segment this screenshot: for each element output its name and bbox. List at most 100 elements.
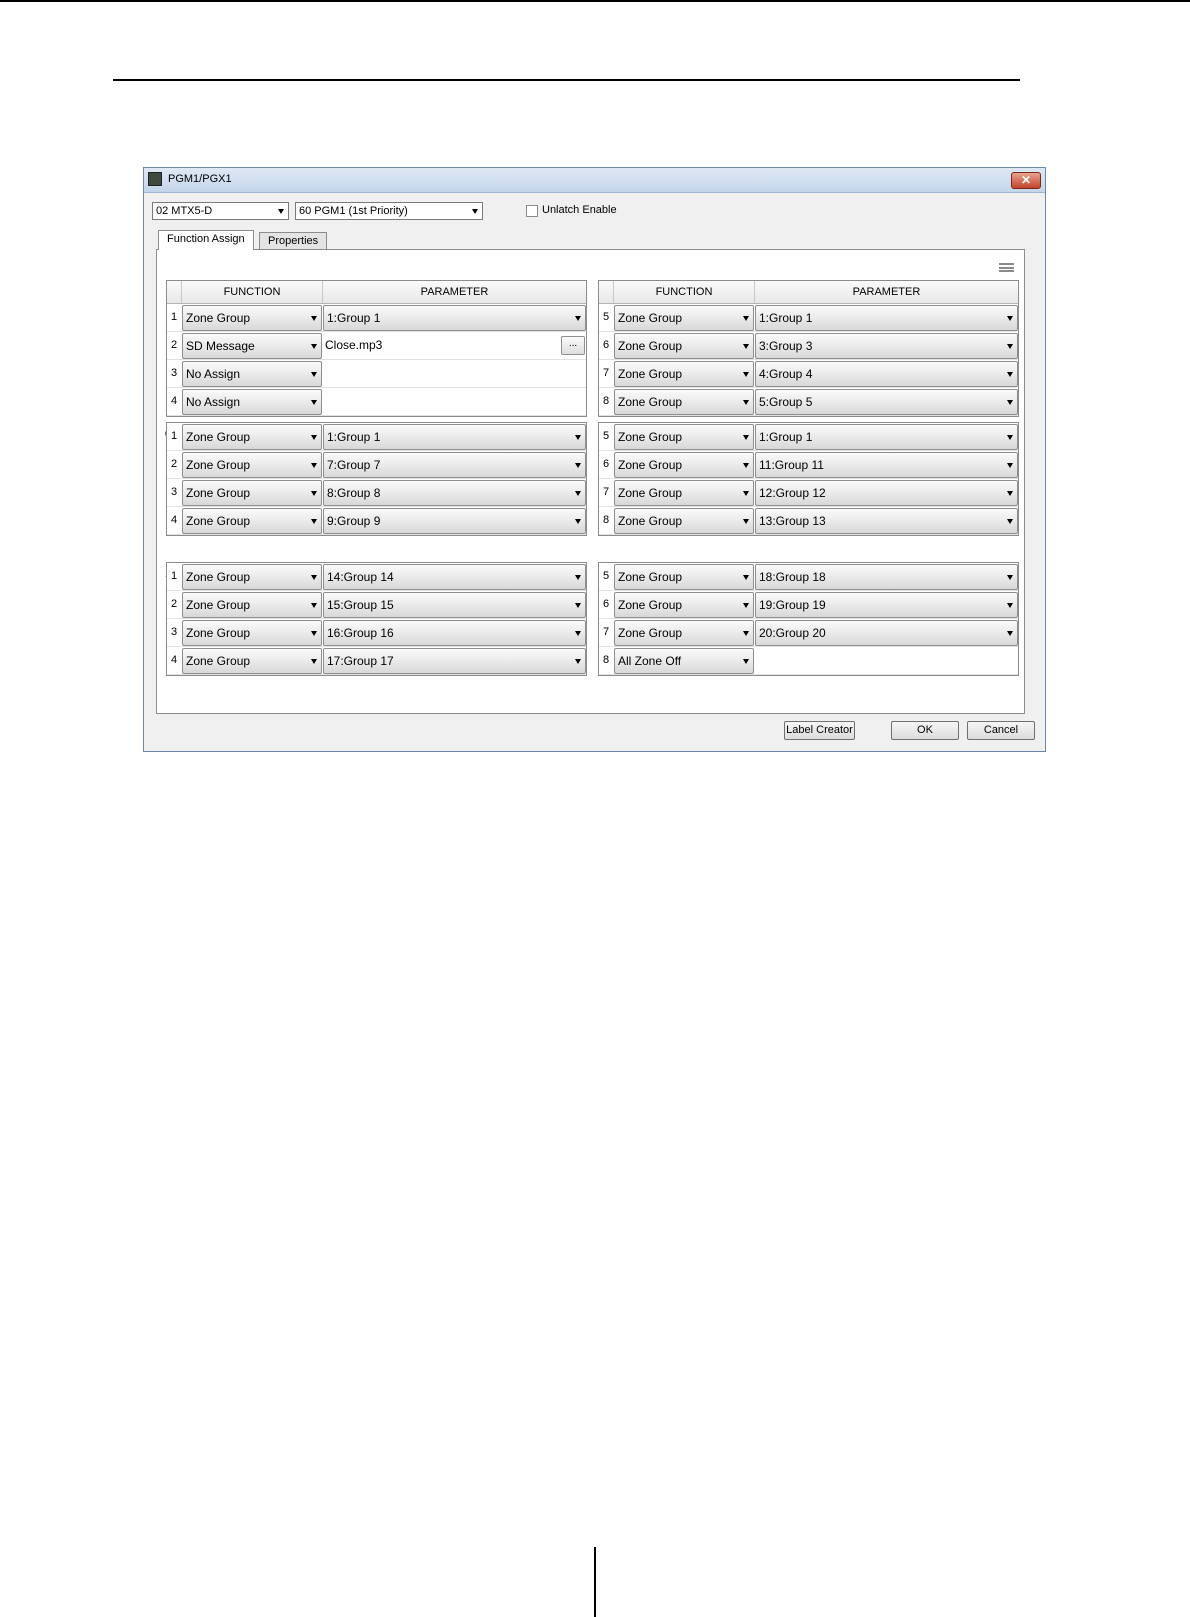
chevron-down-icon [1007, 491, 1013, 496]
parameter-select[interactable]: 18:Group 18 [755, 564, 1018, 590]
function-select[interactable]: Zone Group [614, 620, 754, 646]
app-icon [148, 172, 162, 186]
parameter-select[interactable]: 7:Group 7 [323, 452, 586, 478]
function-select-value: Zone Group [618, 458, 683, 472]
parameter-select[interactable]: 11:Group 11 [755, 452, 1018, 478]
parameter-select[interactable]: 13:Group 13 [755, 508, 1018, 534]
row-number: 3 [170, 367, 178, 379]
chevron-down-icon [1007, 372, 1013, 377]
parameter-select[interactable]: 15:Group 15 [323, 592, 586, 618]
function-select[interactable]: Zone Group [182, 305, 322, 331]
function-select-value: Zone Group [186, 486, 251, 500]
chevron-down-icon [743, 575, 749, 580]
parameter-select[interactable]: 1:Group 1 [755, 305, 1018, 331]
function-select[interactable]: Zone Group [614, 508, 754, 534]
function-select-value: Zone Group [618, 311, 683, 325]
parameter-select[interactable]: 3:Group 3 [755, 333, 1018, 359]
unlatch-enable-checkbox[interactable] [526, 205, 538, 217]
parameter-select[interactable]: 20:Group 20 [755, 620, 1018, 646]
function-select[interactable]: Zone Group [614, 592, 754, 618]
grid-header: FUNCTION PARAMETER [599, 281, 1018, 304]
parameter-select[interactable]: 1:Group 1 [323, 305, 586, 331]
tab-function-assign[interactable]: Function Assign [158, 230, 254, 250]
function-select[interactable]: Zone Group [182, 648, 322, 674]
function-select[interactable]: No Assign [182, 389, 322, 415]
parameter-select[interactable]: 16:Group 16 [323, 620, 586, 646]
parameter-select[interactable]: 1:Group 1 [755, 424, 1018, 450]
chevron-down-icon [1007, 316, 1013, 321]
parameter-select[interactable]: 8:Group 8 [323, 480, 586, 506]
function-select[interactable]: Zone Group [614, 361, 754, 387]
title-bar: PGM1/PGX1 ✕ [144, 168, 1045, 193]
parameter-select[interactable]: 4:Group 4 [755, 361, 1018, 387]
function-select-value: No Assign [186, 367, 241, 381]
header-number-cell [599, 281, 614, 303]
row-number: 4 [170, 395, 178, 407]
function-select[interactable]: Zone Group [614, 480, 754, 506]
chevron-down-icon [1007, 603, 1013, 608]
function-select[interactable]: Zone Group [614, 333, 754, 359]
row-number: 6 [602, 458, 610, 470]
chevron-down-icon [311, 631, 317, 636]
chevron-down-icon [311, 659, 317, 664]
priority-select-value: 60 PGM1 (1st Priority) [299, 205, 408, 217]
chevron-down-icon [743, 344, 749, 349]
row-number: 6 [602, 339, 610, 351]
table-row: 7 Zone Group 12:Group 12 [599, 479, 1018, 507]
chevron-down-icon [743, 491, 749, 496]
parameter-select-value: 19:Group 19 [759, 598, 826, 612]
row-number: 1 [170, 430, 178, 442]
parameter-select[interactable]: 5:Group 5 [755, 389, 1018, 415]
function-select[interactable]: SD Message [182, 333, 322, 359]
parameter-select[interactable]: 12:Group 12 [755, 480, 1018, 506]
parameter-select[interactable]: 17:Group 17 [323, 648, 586, 674]
function-select[interactable]: Zone Group [182, 452, 322, 478]
unlatch-enable-label: Unlatch Enable [542, 204, 617, 216]
cancel-button[interactable]: Cancel [967, 721, 1035, 740]
chevron-down-icon [743, 519, 749, 524]
function-select[interactable]: Zone Group [182, 620, 322, 646]
label-creator-button[interactable]: Label Creator [784, 721, 855, 740]
device-select[interactable]: 02 MTX5-D [152, 202, 289, 220]
menu-lines-icon[interactable] [999, 263, 1014, 272]
chevron-down-icon [575, 435, 581, 440]
function-select[interactable]: Zone Group [182, 424, 322, 450]
function-select[interactable]: Zone Group [614, 305, 754, 331]
device-select-value: 02 MTX5-D [156, 205, 213, 217]
function-select[interactable]: Zone Group [182, 564, 322, 590]
function-select[interactable]: Zone Group [182, 592, 322, 618]
function-select[interactable]: Zone Group [182, 480, 322, 506]
function-select[interactable]: Zone Group [614, 389, 754, 415]
function-select[interactable]: Zone Group [614, 452, 754, 478]
chevron-down-icon [575, 519, 581, 524]
function-select[interactable]: Zone Group [614, 564, 754, 590]
priority-select[interactable]: 60 PGM1 (1st Priority) [295, 202, 483, 220]
chevron-down-icon [1007, 400, 1013, 405]
function-select-value: Zone Group [618, 367, 683, 381]
row-number: 2 [170, 598, 178, 610]
parameter-select-value: 20:Group 20 [759, 626, 826, 640]
table-row: 1 Zone Group 1:Group 1 [167, 304, 586, 332]
function-select-value: Zone Group [618, 339, 683, 353]
parameter-select[interactable]: 19:Group 19 [755, 592, 1018, 618]
function-select[interactable]: Zone Group [182, 508, 322, 534]
function-select[interactable]: Zone Group [614, 424, 754, 450]
table-row: 2 Zone Group 7:Group 7 [167, 451, 586, 479]
parameter-select[interactable]: 14:Group 14 [323, 564, 586, 590]
function-select-value: Zone Group [186, 430, 251, 444]
close-button[interactable]: ✕ [1011, 172, 1041, 189]
parameter-select[interactable]: 9:Group 9 [323, 508, 586, 534]
browse-button[interactable]: ... [561, 336, 585, 355]
table-row: 5 Zone Group 1:Group 1 [599, 423, 1018, 451]
function-select-value: Zone Group [618, 598, 683, 612]
function-select[interactable]: All Zone Off [614, 648, 754, 674]
table-row: 6 Zone Group 19:Group 19 [599, 591, 1018, 619]
tab-properties[interactable]: Properties [259, 232, 328, 250]
function-select[interactable]: No Assign [182, 361, 322, 387]
parameter-select-value: 5:Group 5 [759, 395, 813, 409]
table-row: 2 Zone Group 15:Group 15 [167, 591, 586, 619]
parameter-select[interactable]: 1:Group 1 [323, 424, 586, 450]
ok-button[interactable]: OK [891, 721, 959, 740]
left-assign-grid: 1 Zone Group 1:Group 1 2 Zone Group 7:Group 7… [166, 422, 587, 536]
chevron-down-icon [743, 659, 749, 664]
